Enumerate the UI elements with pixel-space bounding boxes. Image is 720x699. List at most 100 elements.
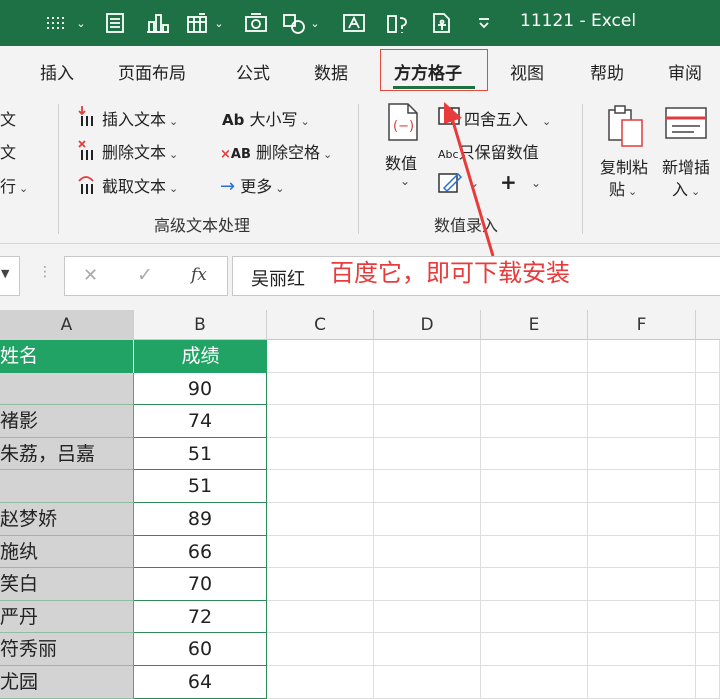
cell-score[interactable]: 60 xyxy=(134,633,267,666)
dotted-select-icon[interactable] xyxy=(44,12,74,34)
cancel-button[interactable]: ✕ xyxy=(83,265,98,286)
camera-icon[interactable] xyxy=(242,12,270,34)
image-text-icon[interactable] xyxy=(384,12,412,34)
shapes-icon[interactable] xyxy=(280,12,308,34)
empty-cell[interactable] xyxy=(696,437,720,471)
empty-cell[interactable] xyxy=(267,535,374,569)
name-box[interactable]: ▼ xyxy=(0,256,20,296)
empty-cell[interactable] xyxy=(374,340,481,373)
column-header-c[interactable]: C xyxy=(267,310,374,340)
enter-button[interactable]: ✓ xyxy=(137,264,153,286)
cell-name[interactable]: 严丹 xyxy=(0,600,134,634)
empty-cell[interactable] xyxy=(267,470,374,503)
cell-score[interactable]: 72 xyxy=(134,600,267,634)
cell-name[interactable]: 符秀丽 xyxy=(0,633,134,666)
chart-icon[interactable] xyxy=(144,12,172,34)
empty-cell[interactable] xyxy=(481,535,588,569)
header-cell-name[interactable]: 姓名 xyxy=(0,340,134,373)
empty-cell[interactable] xyxy=(588,470,696,503)
empty-cell[interactable] xyxy=(481,372,588,406)
empty-cell[interactable] xyxy=(481,503,588,536)
empty-cell[interactable] xyxy=(374,372,481,406)
empty-cell[interactable] xyxy=(481,340,588,373)
empty-cell[interactable] xyxy=(696,600,720,634)
extract-text-button[interactable]: 截取文本 ⌄ xyxy=(102,173,178,197)
chevron-down-icon[interactable]: ⌄ xyxy=(308,12,322,34)
insert-new-button[interactable]: 新增插 xyxy=(662,154,710,178)
empty-cell[interactable] xyxy=(374,633,481,666)
empty-cell[interactable] xyxy=(588,437,696,471)
empty-cell[interactable] xyxy=(588,535,696,569)
cell-name[interactable]: 尤园 xyxy=(0,666,134,699)
chevron-down-icon[interactable]: ⌄ xyxy=(531,176,541,190)
empty-cell[interactable] xyxy=(267,633,374,666)
empty-cell[interactable] xyxy=(267,405,374,438)
empty-cell[interactable] xyxy=(481,633,588,666)
tab-fangfang-gezi[interactable]: 方方格子 xyxy=(394,59,462,84)
tab-review[interactable]: 审阅 xyxy=(668,59,702,84)
empty-cell[interactable] xyxy=(696,666,720,699)
empty-cell[interactable] xyxy=(696,503,720,536)
accessibility-icon[interactable] xyxy=(428,12,456,34)
chevron-down-icon[interactable]: ⌄ xyxy=(400,174,410,188)
empty-cell[interactable] xyxy=(267,600,374,634)
cell-score[interactable]: 90 xyxy=(134,372,267,406)
delete-space-button[interactable]: ×AB 删除空格 ⌄ xyxy=(220,139,332,163)
copy-paste-button[interactable]: 复制粘 xyxy=(600,154,648,178)
empty-cell[interactable] xyxy=(588,600,696,634)
empty-cell[interactable] xyxy=(481,568,588,601)
delete-text-button[interactable]: 删除文本 ⌄ xyxy=(102,139,178,163)
cell-name[interactable]: 笑白 xyxy=(0,568,134,601)
empty-cell[interactable] xyxy=(267,372,374,406)
empty-cell[interactable] xyxy=(481,405,588,438)
empty-cell[interactable] xyxy=(374,470,481,503)
form-icon[interactable] xyxy=(102,12,128,34)
tab-formulas[interactable]: 公式 xyxy=(236,59,270,84)
chevron-down-icon[interactable]: ⌄ xyxy=(74,12,88,34)
empty-cell[interactable] xyxy=(481,470,588,503)
empty-cell[interactable] xyxy=(267,568,374,601)
empty-cell[interactable] xyxy=(696,405,720,438)
insert-text-button[interactable]: 插入文本 ⌄ xyxy=(102,106,178,130)
cell-name[interactable] xyxy=(0,470,134,503)
cell-score[interactable]: 74 xyxy=(134,405,267,438)
empty-cell[interactable] xyxy=(588,633,696,666)
insert-function-button[interactable]: fx xyxy=(191,265,207,285)
insert-table-icon[interactable] xyxy=(184,12,210,34)
empty-cell[interactable] xyxy=(588,666,696,699)
tab-help[interactable]: 帮助 xyxy=(590,59,624,84)
cell-score[interactable]: 70 xyxy=(134,568,267,601)
value-button[interactable]: 数值 xyxy=(385,150,417,174)
empty-cell[interactable] xyxy=(588,568,696,601)
empty-cell[interactable] xyxy=(696,470,720,503)
cell-score[interactable]: 51 xyxy=(134,470,267,503)
empty-cell[interactable] xyxy=(374,437,481,471)
empty-cell[interactable] xyxy=(481,666,588,699)
cell-name[interactable]: 赵梦娇 xyxy=(0,503,134,536)
empty-cell[interactable] xyxy=(696,340,720,373)
empty-cell[interactable] xyxy=(481,600,588,634)
empty-cell[interactable] xyxy=(267,437,374,471)
empty-cell[interactable] xyxy=(267,340,374,373)
more-button[interactable]: → 更多 ⌄ xyxy=(220,173,284,197)
empty-cell[interactable] xyxy=(374,503,481,536)
column-header-b[interactable]: B xyxy=(134,310,267,340)
column-header-e[interactable]: E xyxy=(481,310,588,340)
tab-page-layout[interactable]: 页面布局 xyxy=(118,59,186,84)
insert-new-button-line2[interactable]: 入 ⌄ xyxy=(672,176,700,200)
ribbon-partial-item[interactable]: 文 xyxy=(0,106,16,130)
worksheet-grid[interactable]: 姓名 成绩 90 褚影 74 朱荔，吕嘉 51 51 赵梦娇 89 施纨 66 笑白 70 严丹 72 符秀丽 6… xyxy=(0,340,720,699)
header-cell-score[interactable]: 成绩 xyxy=(134,340,267,373)
empty-cell[interactable] xyxy=(696,633,720,666)
column-header-g[interactable] xyxy=(696,310,720,340)
column-header-f[interactable]: F xyxy=(588,310,696,340)
copy-paste-button-line2[interactable]: 贴 ⌄ xyxy=(609,176,637,200)
empty-cell[interactable] xyxy=(696,568,720,601)
tab-view[interactable]: 视图 xyxy=(510,59,544,84)
empty-cell[interactable] xyxy=(588,503,696,536)
tab-insert[interactable]: 插入 xyxy=(40,59,74,84)
empty-cell[interactable] xyxy=(588,405,696,438)
customize-icon[interactable] xyxy=(474,12,494,34)
case-button[interactable]: Ab 大小写 ⌄ xyxy=(222,106,310,130)
empty-cell[interactable] xyxy=(481,437,588,471)
